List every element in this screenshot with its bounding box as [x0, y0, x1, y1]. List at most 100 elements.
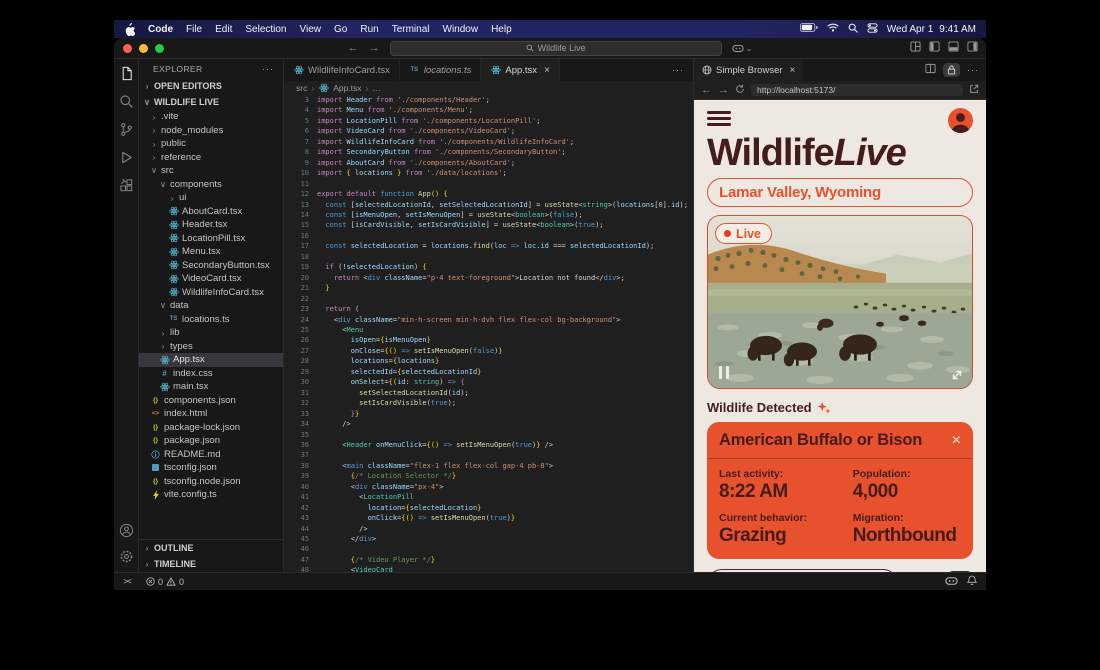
breadcrumb-item-src[interactable]: src [296, 83, 307, 93]
tree-item-reference[interactable]: ›reference [139, 151, 283, 165]
menu-run[interactable]: Run [360, 24, 378, 35]
tree-item-locationpill-tsx[interactable]: LocationPill.tsx [139, 232, 283, 246]
pause-button[interactable] [719, 366, 729, 379]
tree-item-data[interactable]: ∨data [139, 299, 283, 313]
tree-item-index-css[interactable]: #index.css [139, 367, 283, 381]
tree-item-menu-tsx[interactable]: Menu.tsx [139, 245, 283, 259]
code-editor[interactable]: 3import Header from './components/Header… [284, 94, 693, 572]
hamburger-menu-icon[interactable] [707, 108, 731, 126]
toggle-secondary-sidebar-icon[interactable] [967, 39, 978, 57]
tree-item-tsconfig-node-json[interactable]: {}tsconfig.node.json [139, 475, 283, 489]
close-tab-icon[interactable]: × [790, 65, 796, 76]
close-card-icon[interactable]: × [952, 433, 961, 449]
browser-forward-button[interactable]: → [718, 85, 729, 96]
tree-item-videocard-tsx[interactable]: VideoCard.tsx [139, 272, 283, 286]
toggle-primary-sidebar-icon[interactable] [929, 39, 940, 57]
browser-more-actions-icon[interactable]: ··· [967, 65, 979, 75]
code-line: 8import SecondaryButton from './componen… [284, 147, 693, 157]
tab-locations-ts[interactable]: TSlocations.ts [400, 59, 482, 81]
toggle-panel-icon[interactable] [948, 39, 959, 57]
source-control-icon[interactable] [119, 122, 134, 137]
floating-widget-button[interactable] [947, 571, 973, 572]
command-center-search[interactable]: Wildlife Live [390, 41, 722, 56]
tree-item-main-tsx[interactable]: main.tsx [139, 380, 283, 394]
tab-wildlifeinfocard-tsx[interactable]: WildlifeInfoCard.tsx [284, 59, 400, 81]
tab-app-tsx[interactable]: App.tsx× [481, 59, 560, 81]
menu-view[interactable]: View [300, 24, 322, 35]
menu-selection[interactable]: Selection [245, 24, 286, 35]
tree-item-types[interactable]: ›types [139, 340, 283, 354]
location-pill[interactable]: Lamar Valley, Wyoming [707, 178, 973, 207]
breadcrumb-item-app-tsx[interactable]: App.tsx [333, 83, 361, 93]
tree-item-readme-md[interactable]: README.md [139, 448, 283, 462]
tree-item-src[interactable]: ∨src [139, 164, 283, 178]
secondary-species-pill[interactable]: Western Meadowlark + [707, 569, 898, 572]
split-editor-icon[interactable] [925, 61, 936, 79]
remote-indicator-icon[interactable]: >< [114, 577, 140, 586]
tree-item-locations-ts[interactable]: TSlocations.ts [139, 313, 283, 327]
reload-icon[interactable] [735, 81, 745, 99]
tree-item-components-json[interactable]: {}components.json [139, 394, 283, 408]
tree-item-app-tsx[interactable]: App.tsx [139, 353, 283, 367]
explorer-more-actions-icon[interactable]: ··· [262, 64, 274, 74]
tree-item-index-html[interactable]: <>index.html [139, 407, 283, 421]
apple-menu-icon[interactable] [124, 23, 135, 36]
editor-more-actions-icon[interactable]: ··· [672, 65, 693, 75]
tree-item-tsconfig-json[interactable]: tsconfig.json [139, 461, 283, 475]
customize-layout-icon[interactable] [910, 39, 921, 57]
search-icon[interactable] [119, 94, 134, 109]
menu-terminal[interactable]: Terminal [392, 24, 430, 35]
run-debug-icon[interactable] [119, 150, 134, 165]
tree-item-package-lock-json[interactable]: {}package-lock.json [139, 421, 283, 435]
tree-item-public[interactable]: ›public [139, 137, 283, 151]
error-icon [146, 577, 155, 586]
breadcrumb-item-[interactable]: … [372, 83, 381, 93]
menu-file[interactable]: File [186, 24, 202, 35]
tree-item-components[interactable]: ∨components [139, 178, 283, 192]
history-forward-button[interactable]: → [369, 43, 380, 54]
open-external-icon[interactable] [969, 81, 979, 99]
code-line: 13 const [selectedLocationId, setSelecte… [284, 200, 693, 210]
tree-item-secondarybutton-tsx[interactable]: SecondaryButton.tsx [139, 259, 283, 273]
tree-item-aboutcard-tsx[interactable]: AboutCard.tsx [139, 205, 283, 219]
tree-item-wildlifeinfocard-tsx[interactable]: WildlifeInfoCard.tsx [139, 286, 283, 300]
menu-window[interactable]: Window [443, 24, 479, 35]
live-video-card[interactable]: Live [707, 215, 973, 389]
control-center-icon[interactable] [867, 23, 878, 36]
breadcrumb[interactable]: src›App.tsx›… [284, 81, 693, 94]
lock-icon[interactable] [943, 63, 960, 77]
menu-code[interactable]: Code [148, 24, 173, 35]
notifications-bell-icon[interactable] [967, 575, 977, 588]
tree-item-lib[interactable]: ›lib [139, 326, 283, 340]
tree-item-node-modules[interactable]: ›node_modules [139, 124, 283, 138]
tab-simple-browser[interactable]: Simple Browser × [694, 59, 803, 81]
settings-gear-icon[interactable] [119, 549, 134, 564]
tree-item-package-json[interactable]: {}package.json [139, 434, 283, 448]
tree-item-vite[interactable]: ›.vite [139, 110, 283, 124]
tree-item-vite-config-ts[interactable]: vite.config.ts [139, 488, 283, 502]
wifi-icon[interactable] [827, 23, 839, 35]
menu-edit[interactable]: Edit [215, 24, 232, 35]
outline-section[interactable]: › OUTLINE [139, 540, 283, 556]
copilot-status-icon[interactable] [945, 576, 958, 588]
fullscreen-expand-icon[interactable] [950, 368, 964, 382]
problems-indicator[interactable]: 0 0 [146, 577, 184, 587]
menu-help[interactable]: Help [491, 24, 512, 35]
extensions-icon[interactable] [119, 178, 134, 193]
tsconfig-icon [150, 464, 161, 471]
browser-back-button[interactable]: ← [701, 85, 712, 96]
avatar[interactable] [948, 108, 973, 133]
account-icon[interactable] [119, 523, 134, 538]
open-editors-section[interactable]: › OPEN EDITORS [139, 78, 283, 94]
close-tab-icon[interactable]: × [544, 65, 550, 76]
copilot-menu-button[interactable]: ⌄ [732, 44, 753, 53]
history-back-button[interactable]: ← [348, 43, 359, 54]
explorer-icon[interactable] [119, 66, 134, 81]
spotlight-search-icon[interactable] [848, 23, 858, 36]
workspace-root-section[interactable]: ∨ WILDLIFE LIVE [139, 94, 283, 110]
menu-go[interactable]: Go [334, 24, 347, 35]
tree-item-header-tsx[interactable]: Header.tsx [139, 218, 283, 232]
tree-item-ui[interactable]: ›ui [139, 191, 283, 205]
timeline-section[interactable]: › TIMELINE [139, 556, 283, 572]
url-input[interactable]: http://localhost:5173/ [751, 84, 963, 96]
